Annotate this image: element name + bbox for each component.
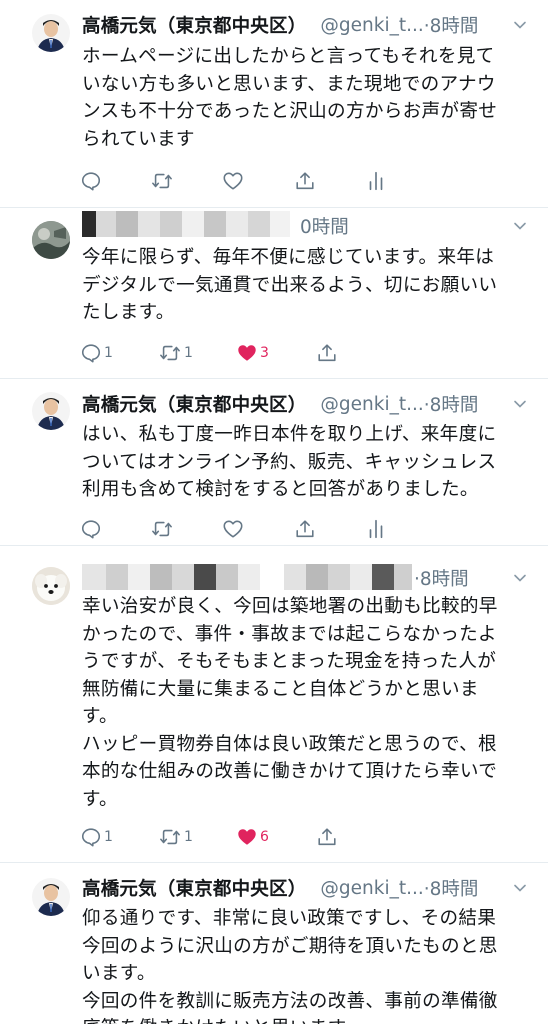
analytics-icon xyxy=(369,171,383,191)
avatar[interactable] xyxy=(32,14,70,52)
reply-icon xyxy=(81,828,101,847)
like-button[interactable] xyxy=(222,516,244,542)
reply-button[interactable]: 1 xyxy=(80,340,113,366)
author-name[interactable]: 高橋元気（東京都中央区） xyxy=(82,391,306,417)
analytics-icon xyxy=(369,519,383,539)
author-handle[interactable]: @genki_t... xyxy=(320,394,423,415)
reply-count: 1 xyxy=(104,345,113,361)
tweet-line: ハッピー買物券自体は良い政策だと思うので、根 xyxy=(82,733,497,755)
tweet-text: 仰る通りです、非常に良い政策ですし、その結果 今回のように沢山の方がご期待を頂い… xyxy=(82,905,530,1024)
tweet-time[interactable]: 0時間 xyxy=(300,213,349,239)
author-name[interactable]: 高橋元気（東京都中央区） xyxy=(82,12,306,38)
share-button[interactable] xyxy=(294,516,316,542)
reply-icon xyxy=(81,344,101,363)
avatar[interactable] xyxy=(32,878,70,916)
retweet-button[interactable] xyxy=(150,168,174,194)
reply-icon xyxy=(81,172,101,191)
analytics-button[interactable] xyxy=(366,168,386,194)
like-button[interactable] xyxy=(222,168,244,194)
tweet-line: す。 xyxy=(82,706,118,727)
like-count: 3 xyxy=(260,345,269,361)
share-icon xyxy=(296,172,314,190)
tweet-line: かったので、事件・事故までは起こらなかったよ xyxy=(82,623,497,645)
avatar[interactable] xyxy=(32,567,70,605)
analytics-button[interactable] xyxy=(366,516,386,542)
tweet-line: います。 xyxy=(82,963,156,984)
reply-button[interactable] xyxy=(80,516,102,542)
chevron-down-icon[interactable] xyxy=(512,396,528,412)
avatar[interactable] xyxy=(32,392,70,430)
divider xyxy=(0,378,548,379)
divider xyxy=(0,862,548,863)
retweet-count: 1 xyxy=(184,345,193,361)
tweet-line: はい、私も丁度一昨日本件を取り上げ、来年度に xyxy=(82,424,497,445)
tweet-text: 幸い治安が良く、今回は築地署の出動も比較的早 かったので、事件・事故までは起こら… xyxy=(82,593,530,813)
like-icon xyxy=(238,345,256,361)
chevron-down-icon[interactable] xyxy=(512,218,528,234)
reply-button[interactable]: 1 xyxy=(80,824,113,850)
author-name[interactable]: 高橋元気（東京都中央区） xyxy=(82,875,306,901)
tweet-line: うですが、そもそもまとまった現金を持った人が xyxy=(82,651,497,672)
chevron-down-icon[interactable] xyxy=(512,570,528,586)
tweet-line: 無防備に大量に集まること自体どうかと思いま xyxy=(82,678,479,700)
share-button[interactable] xyxy=(316,340,338,366)
tweet-line: 今回のように沢山の方がご期待を頂いたものと思 xyxy=(82,935,498,957)
like-button[interactable]: 6 xyxy=(236,824,269,850)
author-handle[interactable]: @genki_t... xyxy=(320,15,423,36)
tweet-line: ホームページに出したからと言ってもそれを見て xyxy=(82,46,495,67)
tweet-time[interactable]: ·8時間 xyxy=(414,565,469,591)
divider xyxy=(0,207,548,208)
retweet-icon xyxy=(152,521,172,537)
share-icon xyxy=(318,344,336,362)
tweet-line: 利用も含めて検討をすると回答がありました。 xyxy=(82,479,479,500)
like-icon xyxy=(223,172,243,190)
tweet-time[interactable]: ·8時間 xyxy=(424,875,479,901)
tweet-line: 底等を働きかけたいと思います。 xyxy=(82,1015,530,1024)
tweet-line: 本的な仕組みの改善に働きかけて頂けたら幸いで xyxy=(82,761,498,782)
tweet-line: 幸い治安が良く、今回は築地署の出動も比較的早 xyxy=(82,596,498,617)
tweet-line: 今回の件を教訓に販売方法の改善、事前の準備徹 xyxy=(82,990,498,1012)
tweet-line: ついてはオンライン予約、販売、キャッシュレス xyxy=(82,451,497,473)
tweet-text: ホームページに出したからと言ってもそれを見て いない方も多いと思います、また現地… xyxy=(82,43,530,153)
like-icon xyxy=(223,520,243,538)
like-count: 6 xyxy=(260,829,269,845)
reply-icon xyxy=(81,520,101,539)
tweet-time[interactable]: ·8時間 xyxy=(424,391,479,417)
tweet-line: いない方も多いと思います、また現地でのアナウ xyxy=(82,73,496,95)
tweet-line: す。 xyxy=(82,788,118,810)
retweet-icon xyxy=(160,829,180,845)
share-icon xyxy=(296,520,314,538)
share-icon xyxy=(318,828,336,846)
tweet-line: ンスも不十分であったと沢山の方からお声が寄せ xyxy=(82,101,498,122)
blurred-author[interactable] xyxy=(82,211,290,237)
reply-count: 1 xyxy=(104,829,113,845)
tweet-line: たします。 xyxy=(82,302,175,323)
author-handle[interactable]: @genki_t... xyxy=(320,878,423,899)
tweet-time[interactable]: ·8時間 xyxy=(424,12,479,38)
reply-button[interactable] xyxy=(80,168,102,194)
retweet-button[interactable]: 1 xyxy=(158,340,193,366)
chevron-down-icon[interactable] xyxy=(512,880,528,896)
tweet-line: 今年に限らず、毎年不便に感じています。来年は xyxy=(82,247,495,268)
tweet-text: 今年に限らず、毎年不便に感じています。来年は デジタルで一気通貫で出来るよう、切… xyxy=(82,244,530,327)
retweet-button[interactable] xyxy=(150,516,174,542)
divider xyxy=(0,545,548,546)
tweet-text: はい、私も丁度一昨日本件を取り上げ、来年度に ついてはオンライン予約、販売、キャ… xyxy=(82,421,530,504)
chevron-down-icon[interactable] xyxy=(512,17,528,33)
share-button[interactable] xyxy=(316,824,338,850)
avatar[interactable] xyxy=(32,221,70,259)
retweet-button[interactable]: 1 xyxy=(158,824,193,850)
retweet-icon xyxy=(152,173,172,189)
like-icon xyxy=(238,829,256,845)
retweet-icon xyxy=(160,345,180,361)
tweet-line: られています xyxy=(82,128,195,150)
blurred-author[interactable] xyxy=(82,564,412,590)
tweet-line: デジタルで一気通貫で出来るよう、切にお願いい xyxy=(82,274,498,296)
retweet-count: 1 xyxy=(184,829,193,845)
share-button[interactable] xyxy=(294,168,316,194)
like-button[interactable]: 3 xyxy=(236,340,269,366)
tweet-line: 仰る通りです、非常に良い政策ですし、その結果 xyxy=(82,908,497,929)
